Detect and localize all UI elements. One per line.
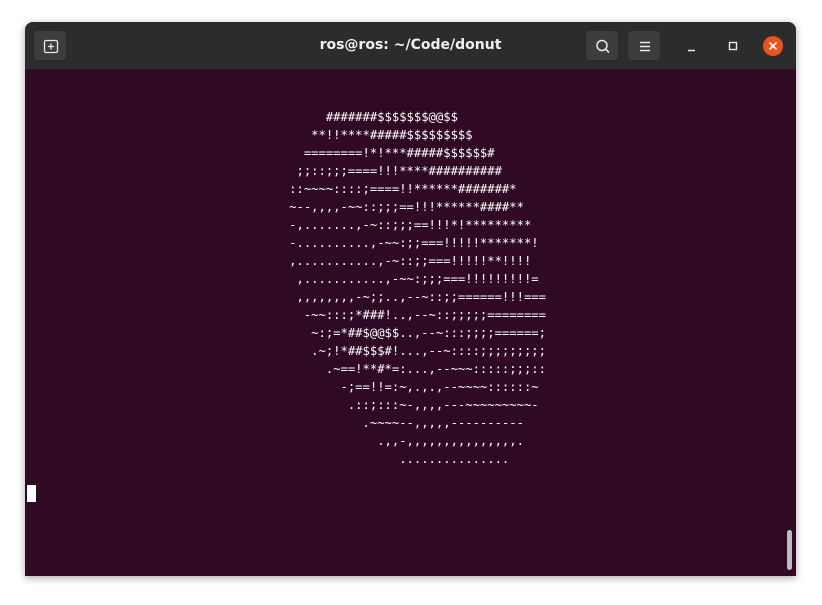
- maximize-icon: [728, 41, 738, 51]
- close-button[interactable]: [761, 34, 785, 58]
- text-cursor: [27, 485, 36, 502]
- minimize-button[interactable]: [680, 34, 704, 58]
- minimize-icon: [688, 49, 695, 52]
- title-bar[interactable]: ros@ros: ~/Code/donut: [25, 22, 796, 70]
- search-icon: [596, 39, 610, 54]
- scrollbar[interactable]: [787, 530, 792, 570]
- menu-button[interactable]: [627, 30, 661, 61]
- terminal-area[interactable]: #######$$$$$$$@@$$ **!!****#####$$$$$$$$…: [25, 70, 796, 576]
- terminal-window: ros@ros: ~/Code/donut #######$$$$$$$@@$$…: [25, 22, 796, 576]
- ascii-donut-output: #######$$$$$$$@@$$ **!!****#####$$$$$$$$…: [289, 110, 546, 466]
- close-icon: [763, 36, 783, 56]
- maximize-button[interactable]: [721, 34, 745, 58]
- hamburger-menu-icon: [640, 41, 650, 52]
- search-button[interactable]: [585, 30, 619, 61]
